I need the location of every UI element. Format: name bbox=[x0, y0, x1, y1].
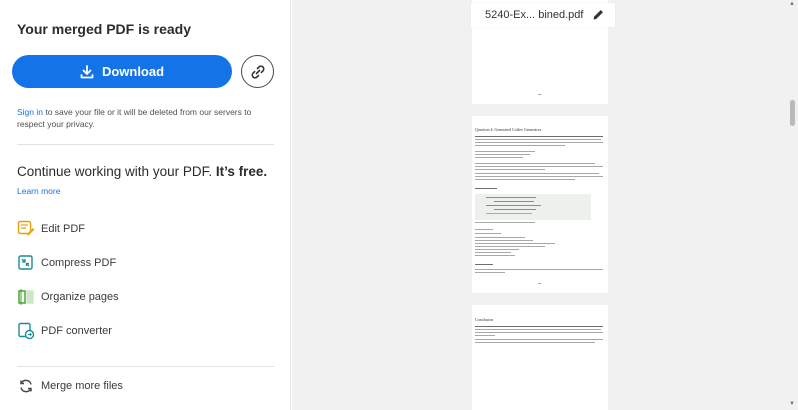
signin-text: to save your file or it will be deleted … bbox=[17, 107, 252, 129]
text-line bbox=[475, 269, 603, 270]
text-line bbox=[475, 229, 493, 230]
pdf-converter-icon bbox=[17, 322, 35, 340]
text-line bbox=[475, 173, 599, 174]
pdf-page-thumbnail[interactable]: Conclusion bbox=[472, 305, 608, 410]
page-number-mark bbox=[538, 94, 541, 95]
tool-label: Edit PDF bbox=[41, 223, 86, 235]
text-line bbox=[475, 142, 603, 143]
link-icon bbox=[251, 64, 264, 79]
page-number-mark bbox=[538, 283, 541, 284]
text-line bbox=[475, 169, 545, 170]
result-panel: Your merged PDF is ready Download Sign i… bbox=[0, 0, 291, 410]
compress-pdf-icon bbox=[17, 254, 35, 272]
code-line bbox=[486, 197, 536, 198]
text-line bbox=[475, 342, 595, 343]
subheading-line bbox=[475, 188, 497, 189]
pdf-page-thumbnail[interactable]: Question 4: Generated Coffee Generators bbox=[472, 116, 608, 293]
file-name-bar: 5240-Ex... bined.pdf bbox=[471, 3, 615, 27]
scrollbar-thumb[interactable] bbox=[790, 100, 795, 126]
text-line bbox=[475, 179, 575, 180]
text-line bbox=[475, 326, 603, 327]
text-line bbox=[475, 335, 495, 336]
continue-free-text: It’s free. bbox=[215, 164, 268, 179]
divider bbox=[17, 366, 274, 367]
download-icon bbox=[80, 64, 94, 78]
learn-more-link[interactable]: Learn more bbox=[17, 186, 60, 196]
file-name: 5240-Ex... bined.pdf bbox=[485, 9, 584, 21]
text-line bbox=[475, 252, 511, 253]
page-heading: Conclusion bbox=[475, 317, 494, 322]
text-line bbox=[475, 154, 530, 155]
text-line bbox=[475, 255, 515, 256]
vertical-scrollbar[interactable]: ▲ ▼ bbox=[786, 0, 798, 410]
tool-compress-pdf[interactable]: Compress PDF bbox=[17, 254, 116, 272]
tool-edit-pdf[interactable]: Edit PDF bbox=[17, 220, 85, 238]
text-line bbox=[475, 249, 519, 250]
rename-pencil-icon[interactable] bbox=[592, 8, 605, 24]
download-label: Download bbox=[101, 64, 165, 79]
text-line bbox=[475, 243, 555, 244]
text-line bbox=[475, 139, 601, 140]
organize-pages-icon bbox=[17, 288, 35, 306]
refresh-icon bbox=[17, 377, 35, 395]
code-line bbox=[486, 205, 541, 206]
scroll-down-arrow-icon[interactable]: ▼ bbox=[788, 401, 796, 407]
panel-title: Your merged PDF is ready bbox=[17, 21, 192, 37]
merge-more-label: Merge more files bbox=[41, 380, 123, 392]
text-line bbox=[475, 339, 603, 340]
tool-pdf-converter[interactable]: PDF converter bbox=[17, 322, 112, 340]
tool-label: Compress PDF bbox=[41, 257, 117, 269]
text-line bbox=[475, 246, 545, 247]
text-line bbox=[475, 329, 601, 330]
signin-notice: Sign in to save your file or it will be … bbox=[17, 106, 272, 130]
continue-text: Continue working with your PDF. bbox=[17, 164, 216, 179]
share-link-button[interactable] bbox=[241, 55, 274, 88]
code-line bbox=[486, 213, 532, 214]
pdf-preview-area[interactable]: 5240-Ex... bined.pdf Question 4: Generat… bbox=[292, 0, 798, 410]
text-line bbox=[475, 222, 535, 223]
text-line bbox=[475, 237, 525, 238]
text-line bbox=[475, 136, 603, 137]
subheading-line bbox=[475, 264, 493, 265]
text-line bbox=[475, 151, 535, 152]
merge-more-files-button[interactable]: Merge more files bbox=[17, 377, 123, 395]
divider bbox=[17, 144, 274, 145]
text-line bbox=[475, 272, 505, 273]
page-heading: Question 4: Generated Coffee Generators bbox=[475, 127, 542, 132]
code-line bbox=[494, 209, 536, 210]
continue-heading: Continue working with your PDF. It’s fre… bbox=[17, 164, 267, 179]
text-line bbox=[475, 145, 565, 146]
text-line bbox=[475, 332, 603, 333]
edit-pdf-icon bbox=[17, 220, 35, 238]
tool-organize-pages[interactable]: Organize pages bbox=[17, 288, 119, 306]
text-line bbox=[475, 233, 501, 234]
tool-label: Organize pages bbox=[41, 291, 119, 303]
code-line bbox=[494, 201, 534, 202]
tool-label: PDF converter bbox=[41, 325, 112, 337]
text-line bbox=[475, 163, 595, 164]
download-button[interactable]: Download bbox=[12, 55, 232, 88]
text-line bbox=[475, 176, 603, 177]
text-line bbox=[475, 157, 523, 158]
scroll-up-arrow-icon[interactable]: ▲ bbox=[788, 1, 796, 7]
signin-link[interactable]: Sign in bbox=[17, 107, 43, 117]
text-line bbox=[475, 240, 533, 241]
text-line bbox=[475, 166, 603, 167]
